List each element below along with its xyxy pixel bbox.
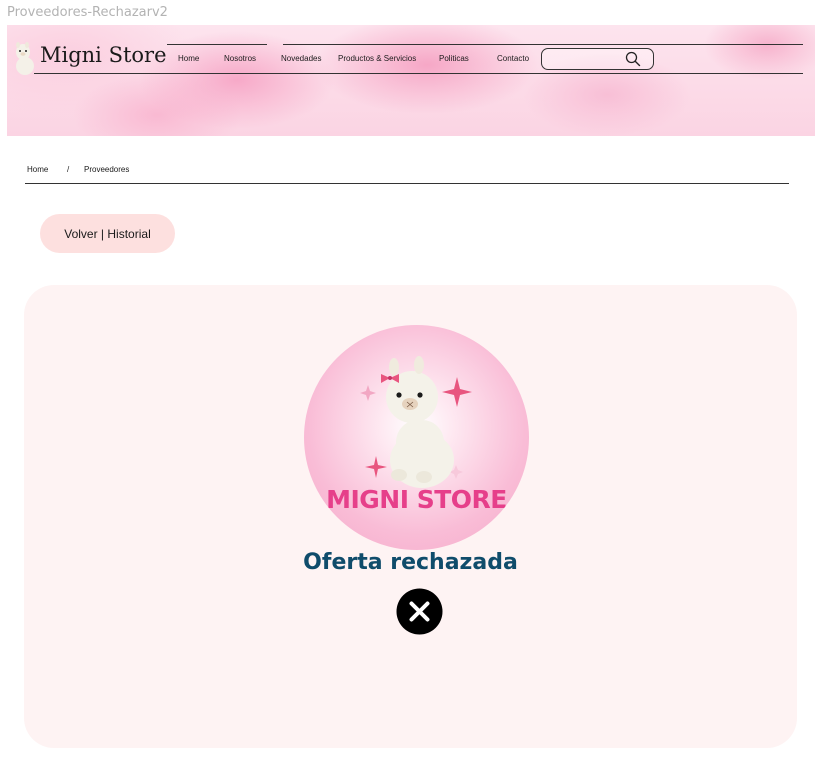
- header-top-line: [283, 44, 803, 45]
- nav-politicas[interactable]: Politicas: [439, 54, 469, 63]
- migni-store-logo: MIGNI STORE: [304, 325, 529, 550]
- breadcrumb-divider: [25, 183, 789, 184]
- logo-wordmark: MIGNI STORE: [326, 485, 507, 514]
- breadcrumb-current: Proveedores: [84, 165, 130, 174]
- close-circle-icon: [396, 588, 443, 635]
- brand-name[interactable]: Migni Store: [40, 43, 167, 67]
- nav-nosotros[interactable]: Nosotros: [224, 54, 256, 63]
- nav-novedades[interactable]: Novedades: [281, 54, 321, 63]
- breadcrumb-separator: /: [67, 165, 70, 174]
- nav-home[interactable]: Home: [178, 54, 199, 63]
- header-bottom-line: [34, 73, 803, 74]
- site-header: Migni Store Home Nosotros Novedades Prod…: [7, 25, 815, 136]
- back-history-button[interactable]: Volver | Historial: [40, 214, 175, 253]
- result-card: MIGNI STORE Oferta rechazada: [24, 285, 797, 748]
- breadcrumb-home-link[interactable]: Home: [27, 165, 48, 174]
- nav-productos-servicios[interactable]: Productos & Servicios: [338, 54, 416, 63]
- frame-title: Proveedores-Rechazarv2: [7, 5, 168, 20]
- status-title: Oferta rechazada: [303, 550, 518, 575]
- header-top-line-left: [167, 44, 267, 45]
- search-input[interactable]: [541, 48, 654, 70]
- llama-logo-icon[interactable]: [13, 41, 37, 75]
- search-icon[interactable]: [625, 51, 641, 67]
- llama-illustration-icon: [360, 356, 472, 488]
- nav-contacto[interactable]: Contacto: [497, 54, 529, 63]
